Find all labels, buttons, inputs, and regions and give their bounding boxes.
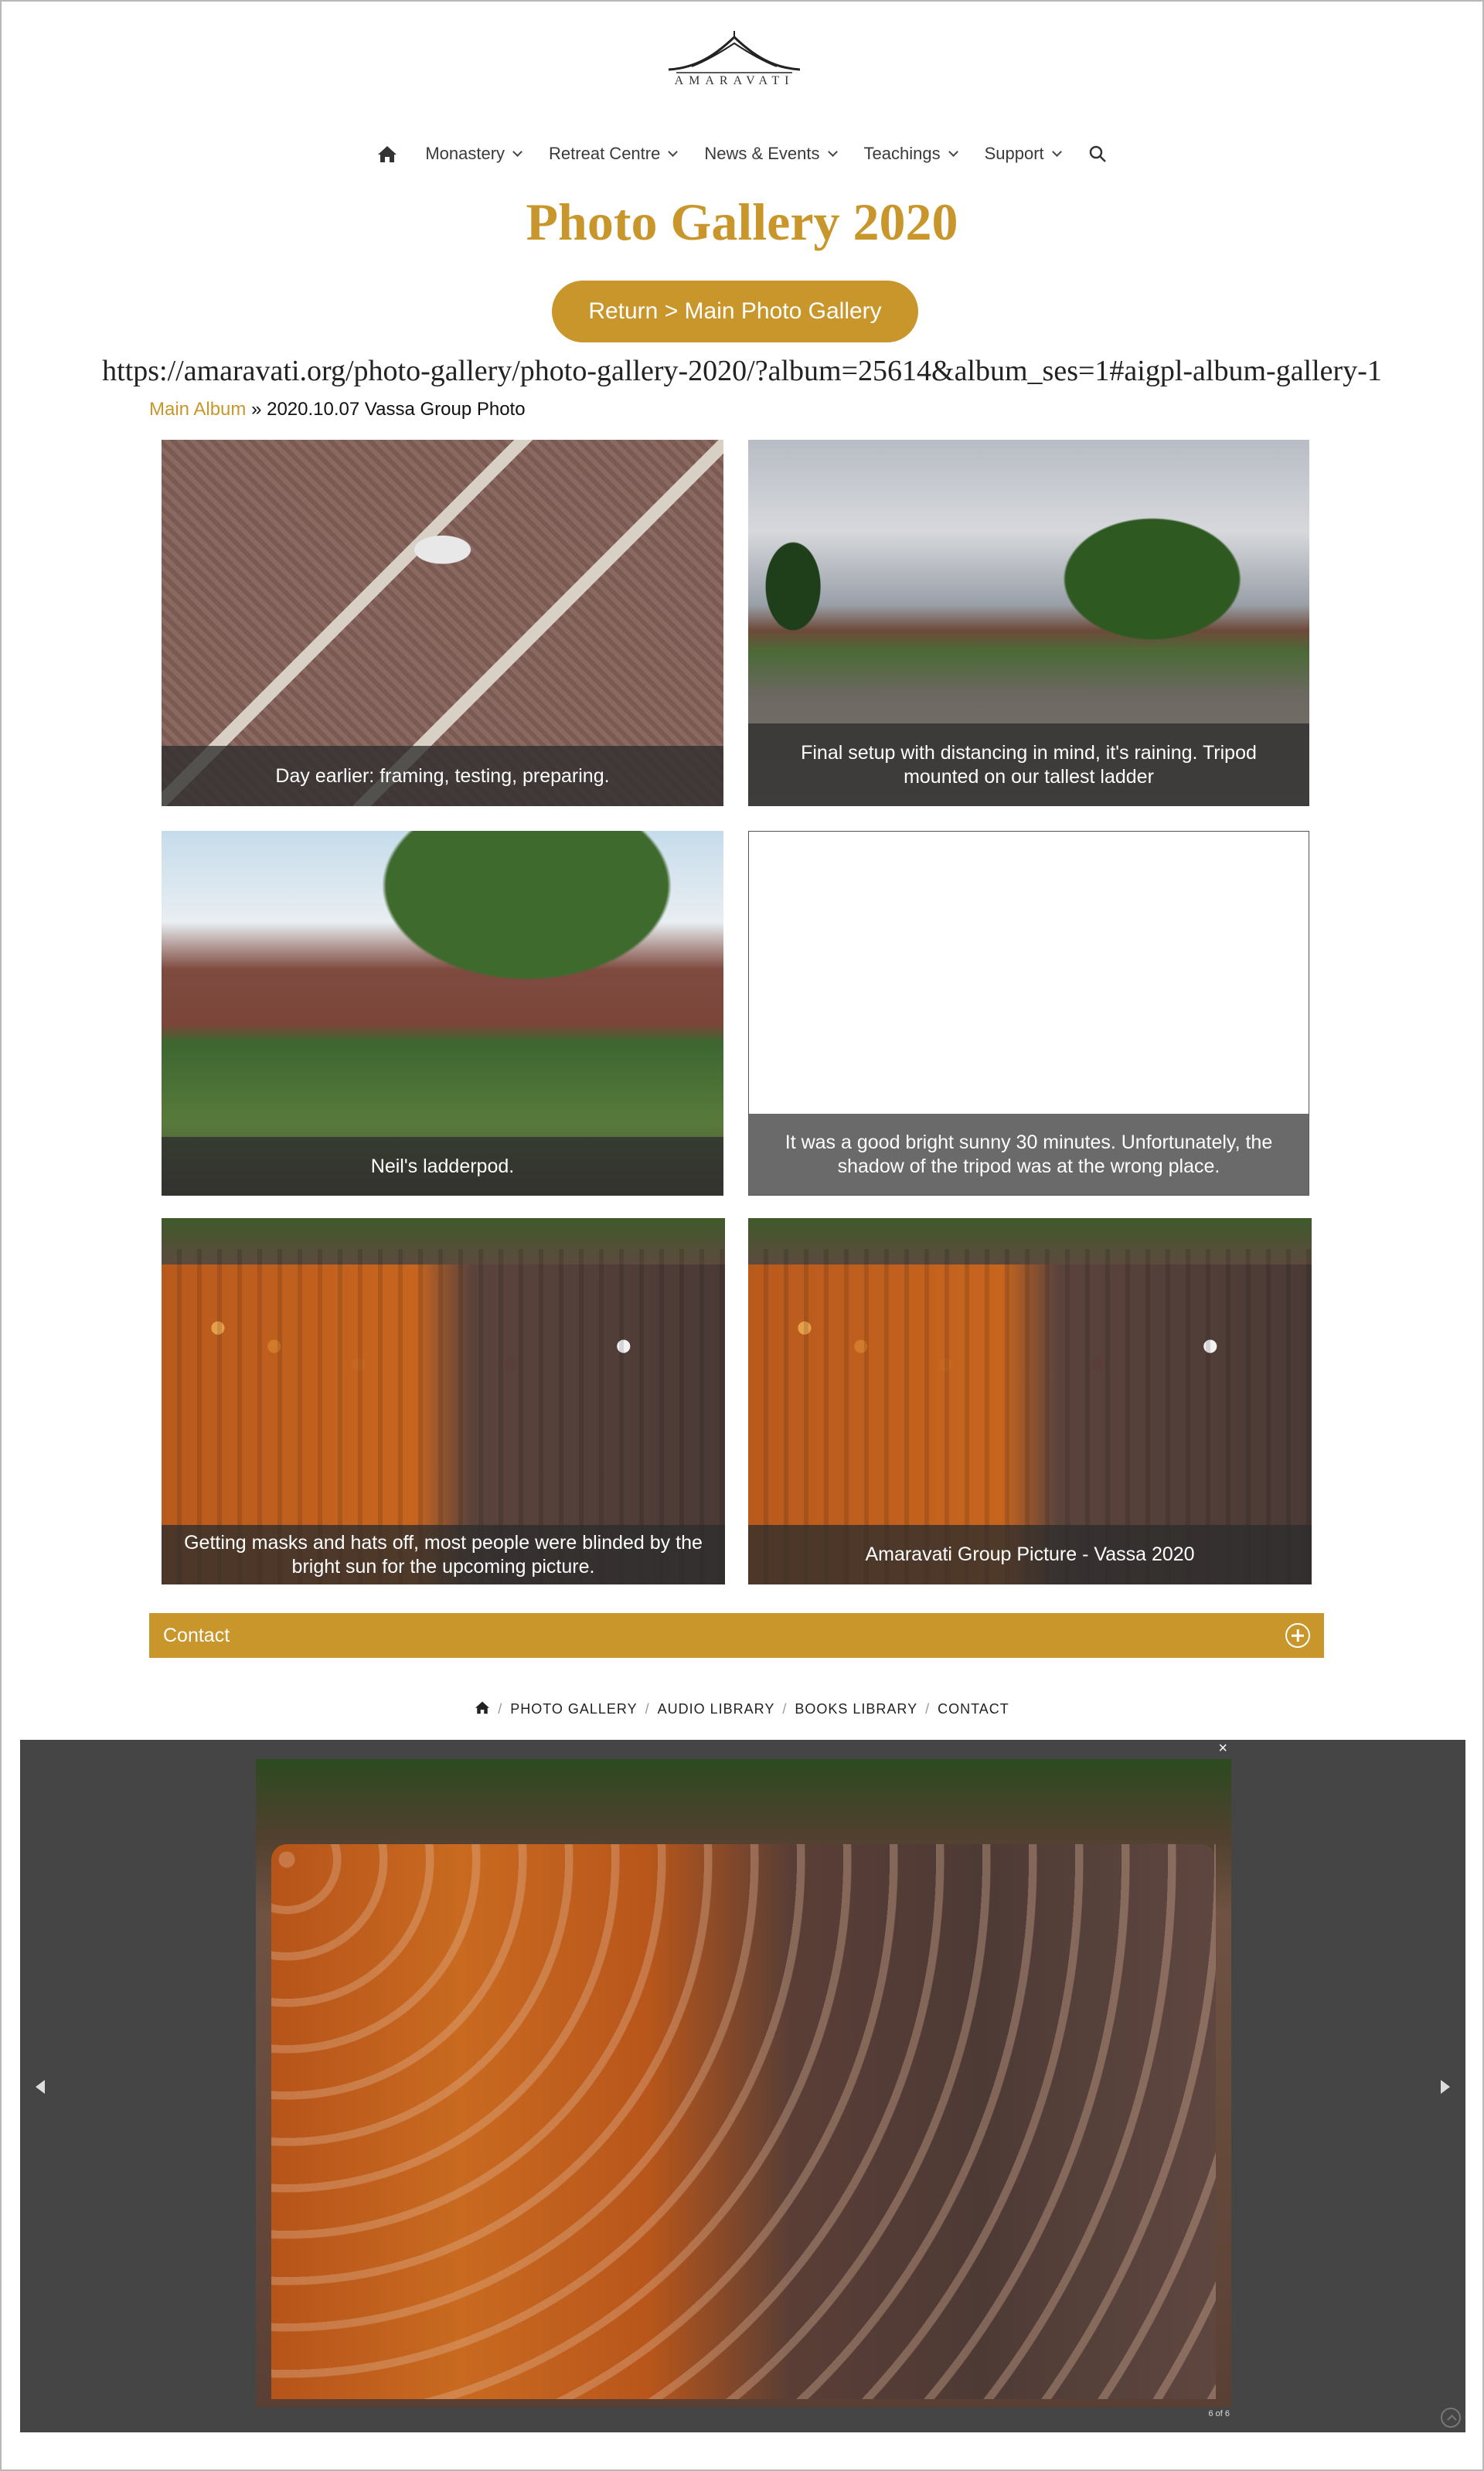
home-icon[interactable]: [475, 1700, 490, 1718]
site-logo[interactable]: AMARAVATI: [657, 29, 812, 107]
contact-accordion[interactable]: Contact: [149, 1613, 1324, 1658]
footer-link-audio-library[interactable]: AUDIO LIBRARY: [658, 1701, 775, 1717]
footer-link-photo-gallery[interactable]: PHOTO GALLERY: [510, 1701, 637, 1717]
close-icon[interactable]: ×: [1218, 1740, 1227, 1758]
footer-link-contact[interactable]: CONTACT: [938, 1701, 1009, 1717]
lightbox-counter: 6 of 6: [1208, 2409, 1230, 2418]
logo-text: AMARAVATI: [674, 74, 795, 87]
chevron-down-icon: [512, 146, 522, 157]
gallery-caption: Final setup with distancing in mind, it'…: [748, 723, 1309, 806]
breadcrumb: Main Album » 2020.10.07 Vassa Group Phot…: [149, 399, 526, 420]
gallery-thumb[interactable]: Neil's ladderpod.: [162, 831, 723, 1196]
lightbox: × 6 of 6: [20, 1740, 1465, 2432]
gallery-caption: Neil's ladderpod.: [162, 1137, 723, 1196]
gallery-caption: Day earlier: framing, testing, preparing…: [162, 746, 723, 806]
nav-item-monastery[interactable]: Monastery: [425, 144, 522, 164]
contact-label: Contact: [163, 1624, 230, 1646]
plus-circle-icon: [1285, 1623, 1310, 1648]
gallery-caption: Getting masks and hats off, most people …: [162, 1525, 725, 1584]
next-arrow-icon[interactable]: [1441, 2080, 1450, 2094]
search-icon[interactable]: [1088, 145, 1107, 163]
main-nav: Monastery Retreat Centre News & Events T…: [0, 144, 1484, 164]
nav-item-teachings[interactable]: Teachings: [863, 144, 958, 164]
chevron-down-icon: [827, 146, 838, 157]
scroll-top-icon[interactable]: [1441, 2408, 1461, 2428]
nav-label: Retreat Centre: [549, 144, 661, 163]
logo-roof-icon: [668, 31, 801, 73]
nav-label: Monastery: [425, 144, 505, 163]
footer-separator: /: [782, 1701, 788, 1717]
chevron-down-icon: [1051, 146, 1062, 157]
footer-separator: /: [498, 1701, 503, 1717]
footer-link-books-library[interactable]: BOOKS LIBRARY: [795, 1701, 917, 1717]
footer-nav: / PHOTO GALLERY / AUDIO LIBRARY / BOOKS …: [0, 1700, 1484, 1718]
group-crowd: [271, 1844, 1216, 2399]
gallery-thumb[interactable]: Final setup with distancing in mind, it'…: [748, 440, 1309, 806]
chevron-down-icon: [948, 146, 958, 157]
chevron-down-icon: [668, 146, 679, 157]
breadcrumb-separator: »: [251, 399, 262, 420]
gallery-caption: Amaravati Group Picture - Vassa 2020: [748, 1525, 1312, 1584]
nav-label: News & Events: [704, 144, 820, 163]
footer-separator: /: [645, 1701, 650, 1717]
page-title: Photo Gallery 2020: [526, 192, 958, 251]
prev-arrow-icon[interactable]: [36, 2080, 45, 2094]
crowd-heads: [271, 1844, 1216, 2399]
breadcrumb-main-album-link[interactable]: Main Album: [149, 399, 246, 420]
footer-separator: /: [925, 1701, 931, 1717]
lightbox-image: [256, 1759, 1231, 2407]
gallery-thumb[interactable]: It was a good bright sunny 30 minutes. U…: [748, 831, 1309, 1196]
nav-item-support[interactable]: Support: [984, 144, 1062, 164]
home-icon[interactable]: [377, 145, 397, 163]
nav-label: Support: [984, 144, 1044, 163]
gallery-caption: It was a good bright sunny 30 minutes. U…: [748, 1114, 1309, 1196]
gallery-thumb[interactable]: Getting masks and hats off, most people …: [162, 1218, 725, 1584]
nav-item-retreat-centre[interactable]: Retreat Centre: [549, 144, 679, 164]
nav-label: Teachings: [863, 144, 941, 163]
breadcrumb-current: 2020.10.07 Vassa Group Photo: [267, 399, 526, 420]
url-text: https://amaravati.org/photo-gallery/phot…: [102, 355, 1382, 387]
gallery-thumb[interactable]: Amaravati Group Picture - Vassa 2020: [748, 1218, 1312, 1584]
gallery-thumb[interactable]: Day earlier: framing, testing, preparing…: [162, 440, 723, 806]
nav-item-news-events[interactable]: News & Events: [704, 144, 838, 164]
return-main-gallery-button[interactable]: Return > Main Photo Gallery: [552, 281, 918, 342]
